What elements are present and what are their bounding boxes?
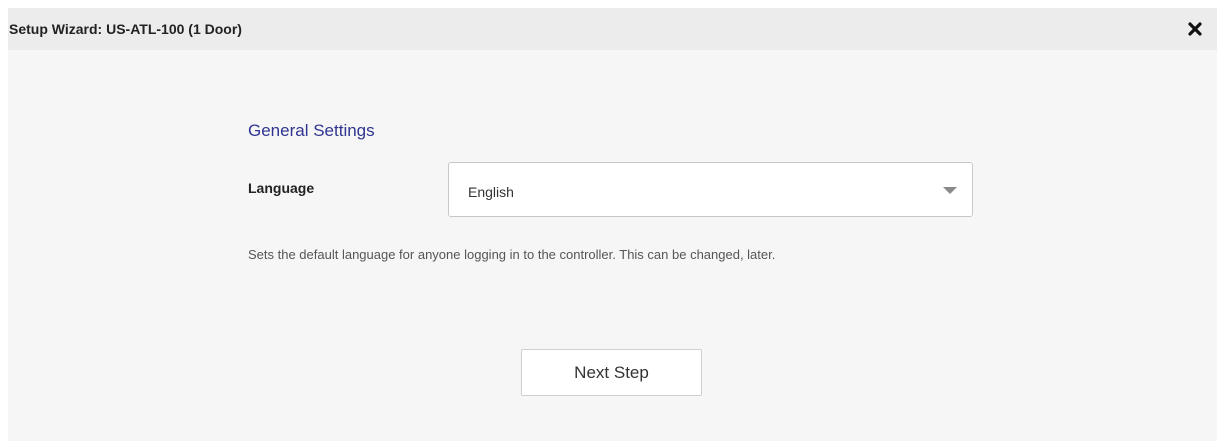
language-select-value: English xyxy=(468,184,514,200)
section-heading: General Settings xyxy=(248,121,375,140)
setup-wizard-dialog: Setup Wizard: US-ATL-100 (1 Door) Genera… xyxy=(8,8,1217,441)
chevron-down-icon xyxy=(943,187,957,195)
dialog-title: Setup Wizard: US-ATL-100 (1 Door) xyxy=(9,21,242,37)
language-label: Language xyxy=(248,180,315,196)
language-select[interactable]: English xyxy=(448,162,973,217)
dialog-titlebar: Setup Wizard: US-ATL-100 (1 Door) xyxy=(8,8,1217,50)
language-help-text: Sets the default language for anyone log… xyxy=(248,247,776,262)
next-step-button[interactable]: Next Step xyxy=(521,349,702,396)
close-icon[interactable] xyxy=(1186,20,1204,38)
